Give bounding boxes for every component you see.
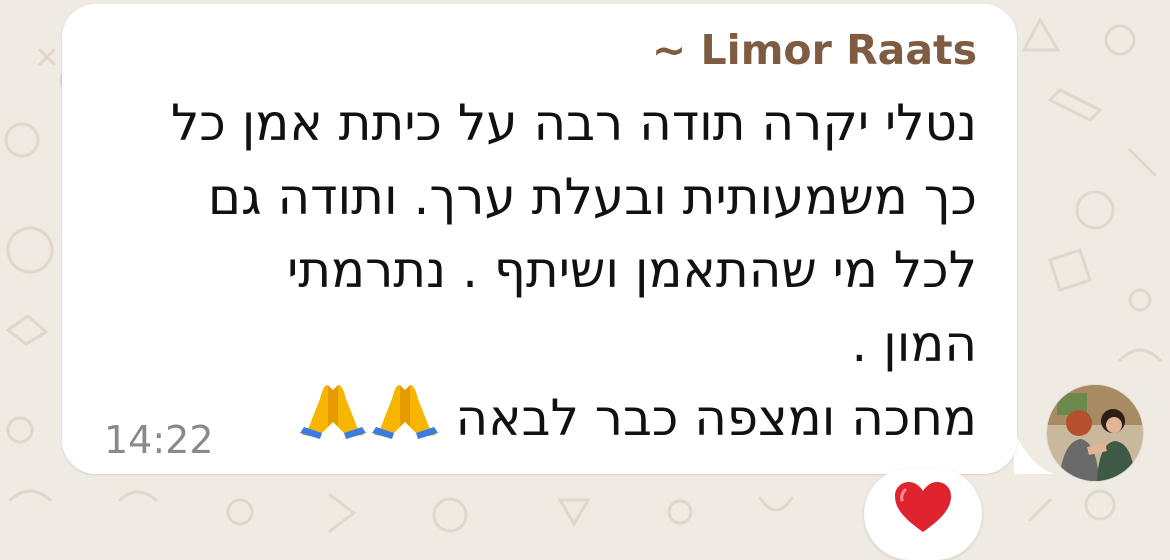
message-last-line: מחכה ומצפה כבר לבאה xyxy=(296,381,977,455)
sender-avatar[interactable] xyxy=(1046,384,1144,482)
message-text-line: לכל מי שהתאמן ושיתף . נתרמתי xyxy=(287,241,977,299)
message-timestamp: 14:22 xyxy=(104,418,214,462)
message-text-line: מחכה ומצפה כבר לבאה xyxy=(455,389,977,447)
sender-name[interactable]: ~ Limor Raats xyxy=(652,24,977,76)
message-text-line: כך משמעותית ובעלת ערך. ותודה גם xyxy=(207,168,977,226)
message-bubble[interactable]: ~ Limor Raats נטלי יקרה תודה רבה על כיתת… xyxy=(62,4,1017,474)
folded-hands-icon xyxy=(299,385,366,439)
folded-hands-icon xyxy=(371,385,438,439)
message-text-line: נטלי יקרה תודה רבה על כיתת אמן כל xyxy=(170,94,977,152)
red-heart-icon xyxy=(895,482,951,532)
reaction-badge[interactable] xyxy=(864,468,982,560)
profile-photo-icon xyxy=(1047,385,1143,481)
message-text-line: המון . xyxy=(851,315,977,373)
